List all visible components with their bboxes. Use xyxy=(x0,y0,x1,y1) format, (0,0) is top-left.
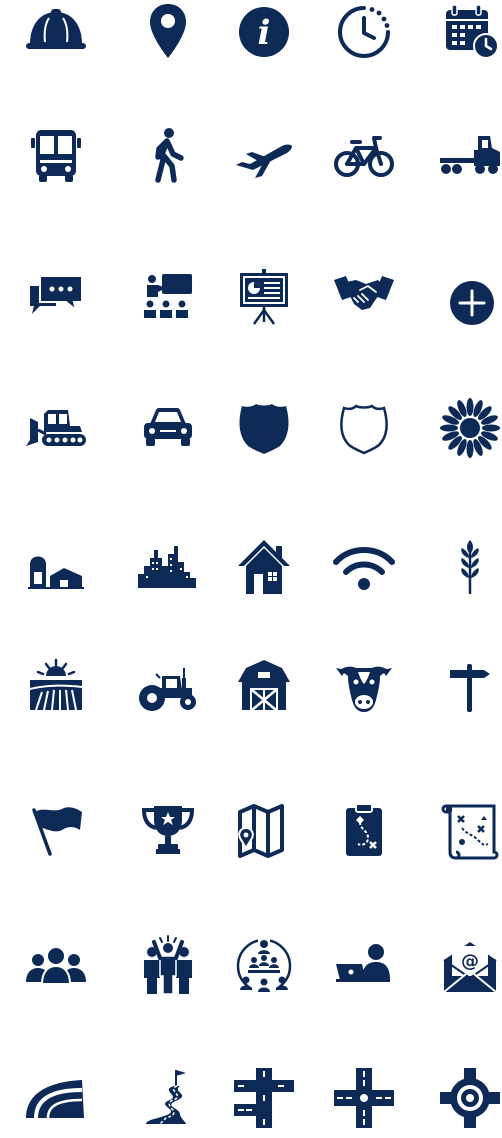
crossroads-icon xyxy=(324,1058,404,1138)
clipboard-route-icon xyxy=(324,790,404,870)
svg-text:i: i xyxy=(258,13,271,53)
meeting-circle-icon xyxy=(224,926,304,1006)
handshake-icon xyxy=(324,258,404,338)
roundabout-icon xyxy=(430,1058,502,1138)
car-icon xyxy=(128,388,208,468)
team-celebration-icon xyxy=(128,926,208,1006)
airplane-icon xyxy=(224,116,304,196)
svg-text:@: @ xyxy=(461,951,479,972)
bus-icon xyxy=(16,116,96,196)
sunrise-field-icon xyxy=(16,646,96,726)
cow-icon xyxy=(324,646,404,726)
email-envelope-icon: @ xyxy=(430,926,502,1006)
farm-silo-icon xyxy=(16,528,96,608)
tractor-icon xyxy=(128,646,208,726)
road-junction-icon xyxy=(224,1058,304,1138)
hard-hat-icon xyxy=(16,0,96,72)
plus-circle-icon xyxy=(430,258,502,338)
wifi-icon xyxy=(324,528,404,608)
classroom-icon xyxy=(128,258,208,338)
bulldozer-icon xyxy=(16,388,96,468)
barn-icon xyxy=(224,646,304,726)
winding-road-flag-icon xyxy=(128,1058,208,1138)
highway-shield-outline-icon xyxy=(324,388,404,468)
calendar-clock-icon xyxy=(430,0,502,72)
icon-grid: i @ xyxy=(0,0,502,1135)
clock-icon xyxy=(324,0,404,72)
bicycle-icon xyxy=(324,116,404,196)
presentation-board-icon xyxy=(224,258,304,338)
house-icon xyxy=(224,528,304,608)
wheat-icon xyxy=(430,528,502,608)
sunflower-icon xyxy=(430,388,502,468)
curved-road-icon xyxy=(16,1058,96,1138)
folded-map-icon xyxy=(224,790,304,870)
map-pin-icon xyxy=(128,0,208,72)
flag-icon xyxy=(16,790,96,870)
remote-worker-icon xyxy=(324,926,404,1006)
info-icon: i xyxy=(224,0,304,72)
semi-truck-icon xyxy=(430,116,502,196)
signpost-icon xyxy=(430,646,502,726)
highway-shield-filled-icon xyxy=(224,388,304,468)
trophy-icon xyxy=(128,790,208,870)
pedestrian-icon xyxy=(128,116,208,196)
group-icon xyxy=(16,926,96,1006)
chat-bubbles-icon xyxy=(16,258,96,338)
city-skyline-icon xyxy=(128,528,208,608)
treasure-map-icon xyxy=(430,790,502,870)
